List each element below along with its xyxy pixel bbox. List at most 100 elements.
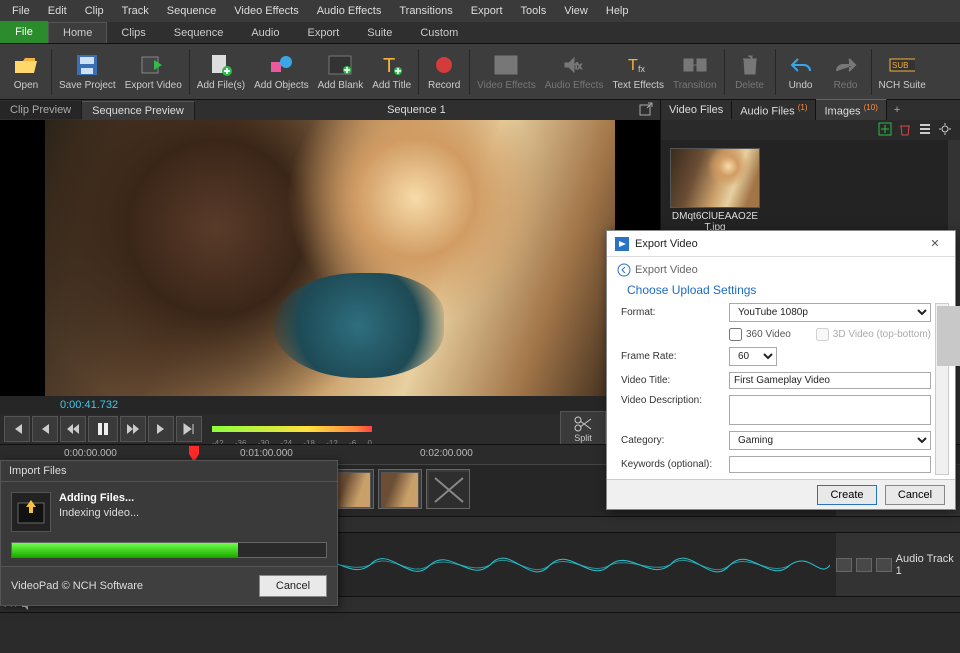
menu-bar: File Edit Clip Track Sequence Video Effe… (0, 0, 960, 22)
next-frame-button[interactable] (148, 416, 174, 442)
menu-tools[interactable]: Tools (513, 2, 555, 20)
menu-track[interactable]: Track (114, 2, 157, 20)
dialog-scrollbar[interactable] (935, 303, 949, 475)
chk-360-video[interactable]: 360 Video (729, 328, 791, 341)
menu-edit[interactable]: Edit (40, 2, 75, 20)
ribbon-tab-home[interactable]: Home (48, 22, 107, 43)
forward-button[interactable] (120, 416, 146, 442)
video-viewport[interactable] (0, 120, 660, 396)
menu-sequence[interactable]: Sequence (159, 2, 225, 20)
open-button[interactable]: Open (4, 46, 48, 98)
preview-frame (45, 120, 615, 396)
prev-frame-button[interactable] (32, 416, 58, 442)
fx-text-icon: Tfx (625, 52, 651, 78)
close-icon[interactable]: ✕ (923, 235, 947, 253)
title-icon: T (379, 52, 405, 78)
add-files-button[interactable]: Add File(s) (193, 46, 249, 98)
preview-tabs: Clip Preview Sequence Preview Sequence 1 (0, 100, 660, 120)
tab-video-files[interactable]: Video Files (661, 101, 732, 119)
audio-track-label: Audio Track 1 (836, 533, 960, 596)
ribbon-tab-suite[interactable]: Suite (353, 23, 406, 43)
audio-effects-button[interactable]: fxAudio Effects (541, 46, 608, 98)
record-icon (431, 52, 457, 78)
delete-button[interactable]: Delete (728, 46, 772, 98)
framerate-select[interactable]: 60 (729, 347, 777, 366)
add-tab-button[interactable]: + (887, 101, 907, 119)
record-button[interactable]: Record (422, 46, 466, 98)
sequence-title: Sequence 1 (195, 104, 638, 116)
menu-file[interactable]: File (4, 2, 38, 20)
shapes-icon (268, 52, 294, 78)
chk-3d-video[interactable]: 3D Video (top-bottom) (816, 328, 931, 341)
timeline-clip[interactable] (426, 469, 470, 509)
import-icon (11, 492, 51, 532)
video-title-input[interactable] (729, 372, 931, 389)
nch-suite-button[interactable]: SUBNCH Suite (875, 46, 930, 98)
keywords-input[interactable] (729, 456, 931, 473)
format-select[interactable]: YouTube 1080p (729, 303, 931, 322)
add-objects-button[interactable]: Add Objects (250, 46, 312, 98)
split-button[interactable]: Split (560, 411, 606, 447)
export-video-button[interactable]: Export Video (121, 46, 186, 98)
pause-button[interactable] (88, 416, 118, 442)
go-start-button[interactable] (4, 416, 30, 442)
menu-export[interactable]: Export (463, 2, 511, 20)
text-effects-button[interactable]: TfxText Effects (608, 46, 668, 98)
timeline-clip[interactable] (378, 469, 422, 509)
go-end-button[interactable] (176, 416, 202, 442)
bin-settings-icon[interactable] (938, 122, 954, 138)
save-icon (74, 52, 100, 78)
ribbon-tab-export[interactable]: Export (293, 23, 353, 43)
ribbon-tab-sequence[interactable]: Sequence (160, 23, 238, 43)
undo-button[interactable]: Undo (779, 46, 823, 98)
export-form: Format: YouTube 1080p 360 Video 3D Video… (621, 303, 931, 475)
add-title-button[interactable]: TAdd Title (368, 46, 415, 98)
create-button[interactable]: Create (817, 485, 877, 505)
bin-item[interactable]: DMqt6ClUEAAO2ET.jpg (669, 148, 761, 233)
bin-tabs: Video Files Audio Files (1) Images (10) … (661, 100, 960, 120)
menu-transitions[interactable]: Transitions (391, 2, 460, 20)
back-breadcrumb[interactable]: Export Video (607, 257, 955, 279)
popout-icon[interactable] (638, 101, 656, 119)
svg-text:fx: fx (575, 61, 583, 71)
tab-audio-files[interactable]: Audio Files (1) (732, 100, 816, 121)
track-toggle[interactable] (836, 558, 852, 572)
video-effects-button[interactable]: FXVideo Effects (473, 46, 540, 98)
transition-button[interactable]: Transition (669, 46, 721, 98)
ribbon: Open Save Project Export Video Add File(… (0, 44, 960, 100)
video-title-label: Video Title: (621, 375, 723, 386)
bin-toolbar (661, 120, 960, 140)
video-desc-input[interactable] (729, 395, 931, 425)
save-project-button[interactable]: Save Project (55, 46, 120, 98)
menu-audio-effects[interactable]: Audio Effects (309, 2, 390, 20)
dialog-title: Export Video (635, 238, 698, 250)
menu-clip[interactable]: Clip (77, 2, 112, 20)
track-toggle[interactable] (856, 558, 872, 572)
tab-images[interactable]: Images (10) (816, 99, 886, 121)
cancel-button[interactable]: Cancel (885, 485, 945, 505)
ribbon-tab-custom[interactable]: Custom (406, 23, 472, 43)
add-blank-button[interactable]: Add Blank (314, 46, 368, 98)
tab-sequence-preview[interactable]: Sequence Preview (82, 101, 195, 120)
dialog-heading: Choose Upload Settings (607, 279, 955, 305)
tab-clip-preview[interactable]: Clip Preview (0, 101, 82, 119)
track-toggle[interactable] (876, 558, 892, 572)
export-icon (140, 52, 166, 78)
bin-delete-icon[interactable] (898, 122, 914, 138)
cancel-button[interactable]: Cancel (259, 575, 327, 597)
menu-video-effects[interactable]: Video Effects (226, 2, 306, 20)
menu-help[interactable]: Help (598, 2, 637, 20)
category-select[interactable]: Gaming (729, 431, 931, 450)
bin-add-icon[interactable] (878, 122, 894, 138)
ribbon-tab-clips[interactable]: Clips (107, 23, 159, 43)
ribbon-tabs: File Home Clips Sequence Audio Export Su… (0, 22, 960, 44)
progress-bar (11, 542, 327, 558)
rewind-button[interactable] (60, 416, 86, 442)
ribbon-file-button[interactable]: File (0, 21, 48, 43)
redo-button[interactable]: Redo (824, 46, 868, 98)
menu-view[interactable]: View (556, 2, 596, 20)
bin-list-icon[interactable] (918, 122, 934, 138)
svg-text:T: T (383, 55, 395, 76)
ribbon-tab-audio[interactable]: Audio (237, 23, 293, 43)
add-file-icon (208, 52, 234, 78)
